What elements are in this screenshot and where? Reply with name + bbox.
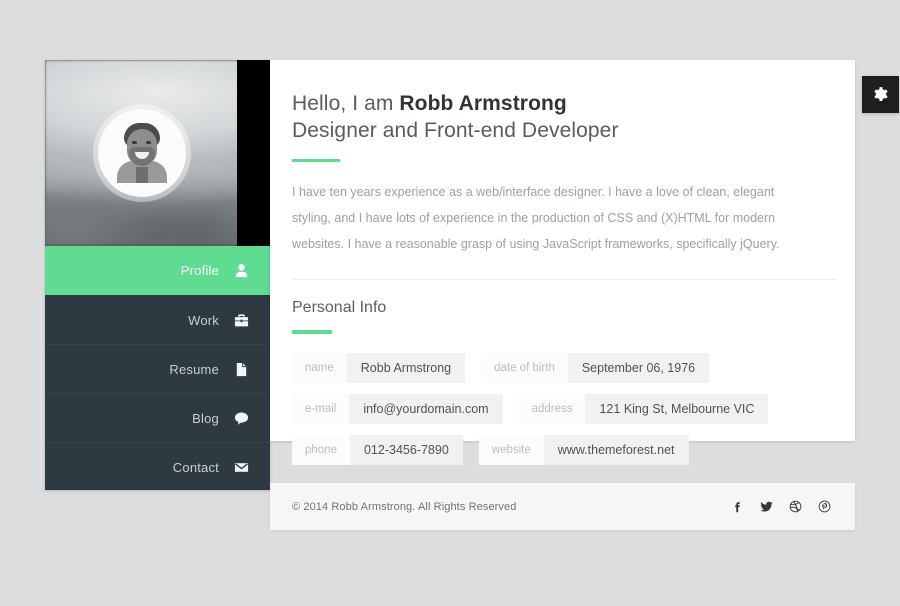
gear-icon bbox=[872, 86, 889, 103]
field-row: phone 012-3456-7890 website www.themefor… bbox=[292, 435, 815, 465]
field-value: www.themeforest.net bbox=[544, 435, 689, 465]
field-row: name Robb Armstrong date of birth Septem… bbox=[292, 353, 815, 383]
field-label: address bbox=[519, 394, 586, 424]
dribbble-icon[interactable] bbox=[788, 500, 802, 514]
header-black-strip bbox=[237, 60, 270, 246]
bio-text: I have ten years experience as a web/int… bbox=[292, 179, 815, 257]
document-icon bbox=[233, 361, 250, 378]
field-value: 012-3456-7890 bbox=[350, 435, 463, 465]
field-address[interactable]: address 121 King St, Melbourne VIC bbox=[519, 394, 769, 424]
sidebar-item-blog[interactable]: Blog bbox=[45, 393, 270, 442]
title-accent-bar bbox=[292, 159, 340, 162]
field-label: phone bbox=[292, 435, 350, 465]
sidebar-item-resume[interactable]: Resume bbox=[45, 344, 270, 393]
sidebar-item-label: Resume bbox=[169, 362, 219, 377]
avatar-portrait bbox=[120, 123, 164, 177]
sidebar-item-label: Blog bbox=[192, 411, 219, 426]
sidebar-item-contact[interactable]: Contact bbox=[45, 442, 270, 490]
section-title-personal-info: Personal Info bbox=[292, 299, 815, 317]
footer: © 2014 Robb Armstrong. All Rights Reserv… bbox=[270, 483, 855, 530]
field-value: info@yourdomain.com bbox=[349, 394, 502, 424]
sidebar: Profile Work bbox=[45, 60, 270, 490]
field-value: 121 King St, Melbourne VIC bbox=[585, 394, 768, 424]
page-canvas: Profile Work bbox=[0, 0, 900, 606]
section-accent-bar bbox=[292, 330, 332, 334]
facebook-icon[interactable] bbox=[730, 500, 744, 514]
field-label: website bbox=[479, 435, 544, 465]
pinterest-icon[interactable] bbox=[817, 500, 831, 514]
briefcase-icon bbox=[233, 312, 250, 329]
profile-header bbox=[45, 60, 270, 246]
personal-info-fields: name Robb Armstrong date of birth Septem… bbox=[292, 353, 815, 465]
envelope-icon bbox=[233, 459, 250, 476]
copyright-text: © 2014 Robb Armstrong. All Rights Reserv… bbox=[292, 501, 516, 513]
field-row: e-mail info@yourdomain.com address 121 K… bbox=[292, 394, 815, 424]
section-divider bbox=[292, 279, 837, 280]
person-name: Robb Armstrong bbox=[399, 92, 566, 115]
twitter-icon[interactable] bbox=[759, 500, 773, 514]
social-links bbox=[730, 500, 831, 514]
field-phone[interactable]: phone 012-3456-7890 bbox=[292, 435, 463, 465]
field-label: name bbox=[292, 353, 347, 383]
greeting-text: Hello, I am bbox=[292, 92, 399, 115]
user-icon bbox=[233, 262, 250, 279]
field-email[interactable]: e-mail info@yourdomain.com bbox=[292, 394, 503, 424]
sidebar-item-label: Work bbox=[188, 313, 219, 328]
chat-bubble-icon bbox=[233, 410, 250, 427]
sidebar-item-profile[interactable]: Profile bbox=[45, 246, 270, 295]
sidebar-nav: Profile Work bbox=[45, 246, 270, 490]
avatar bbox=[98, 109, 186, 197]
main-card: Hello, I am Robb Armstrong Designer and … bbox=[270, 60, 855, 441]
field-value: Robb Armstrong bbox=[347, 353, 465, 383]
field-website[interactable]: website www.themeforest.net bbox=[479, 435, 689, 465]
field-date-of-birth[interactable]: date of birth September 06, 1976 bbox=[481, 353, 709, 383]
field-value: September 06, 1976 bbox=[568, 353, 709, 383]
page-subtitle: Designer and Front-end Developer bbox=[292, 117, 815, 145]
field-name[interactable]: name Robb Armstrong bbox=[292, 353, 465, 383]
page-title: Hello, I am Robb Armstrong bbox=[292, 90, 815, 118]
sidebar-item-label: Profile bbox=[181, 263, 219, 278]
field-label: e-mail bbox=[292, 394, 349, 424]
sidebar-item-label: Contact bbox=[173, 460, 219, 475]
settings-button[interactable] bbox=[862, 76, 899, 113]
sidebar-item-work[interactable]: Work bbox=[45, 295, 270, 344]
field-label: date of birth bbox=[481, 353, 568, 383]
